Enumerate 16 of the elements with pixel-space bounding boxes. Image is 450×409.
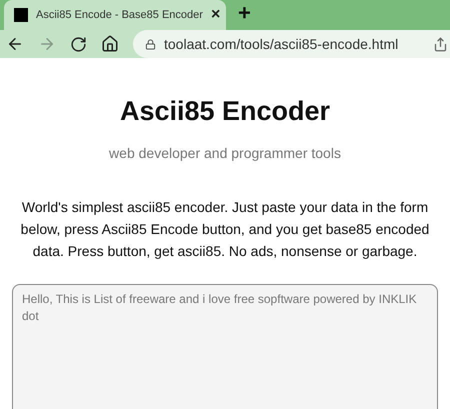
new-tab-button[interactable]: +: [238, 2, 251, 24]
lock-icon: [145, 38, 156, 50]
close-button[interactable]: ×: [210, 7, 220, 23]
description-text: World's simplest ascii85 encoder. Just paste your data in the form below, press Ascii85 Encode button, and you get base85 encoded data. Press button, get ascii85. No ads, nonsense or garbage.: [20, 198, 430, 261]
browser-tab[interactable]: Ascii85 Encode - Base85 Encoder ×: [4, 0, 226, 30]
page-subtitle: web developer and programmer tools: [109, 144, 341, 163]
page-title: Ascii85 Encoder: [120, 98, 330, 125]
url-text: toolaat.com/tools/ascii85-encode.html: [164, 34, 400, 54]
home-icon[interactable]: [101, 35, 119, 53]
favicon-icon: [14, 8, 28, 22]
input-field[interactable]: Hello, This is List of freeware and i love free sopftware powered by INKLIK dot: [12, 284, 438, 409]
share-icon[interactable]: [433, 36, 448, 52]
address-bar[interactable]: toolaat.com/tools/ascii85-encode.html: [133, 30, 450, 58]
tab-title: Ascii85 Encode - Base85 Encoder: [36, 8, 203, 23]
back-icon[interactable]: [6, 35, 24, 53]
reload-icon[interactable]: [70, 36, 87, 52]
